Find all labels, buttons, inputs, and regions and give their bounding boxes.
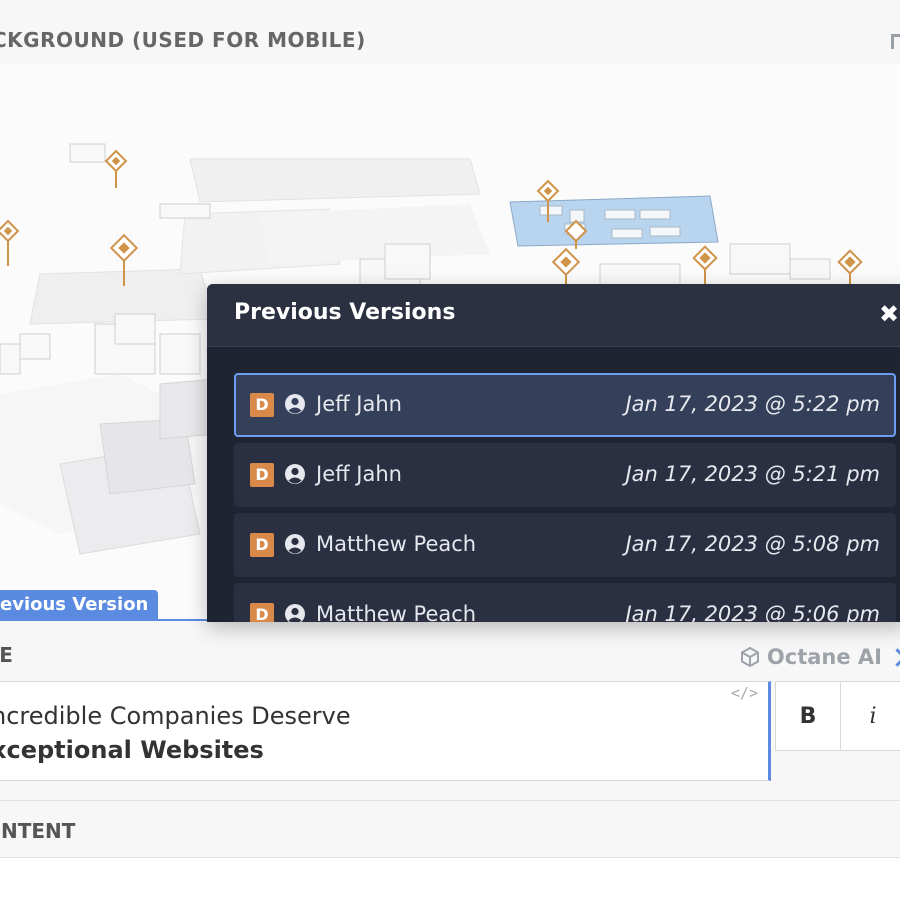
version-author: Matthew Peach — [316, 602, 477, 622]
bold-button[interactable]: B — [776, 682, 841, 750]
version-item[interactable]: D Matthew Peach Jan 17, 2023 @ 5:06 pm — [234, 583, 896, 622]
user-icon — [285, 464, 305, 484]
draft-badge: D — [250, 603, 274, 622]
user-icon — [285, 534, 305, 554]
previous-versions-modal: Previous Versions ✖ D Jeff Jahn Jan 17, … — [207, 284, 900, 622]
title-text-line1: ncredible Companies Deserve — [0, 702, 351, 730]
previous-version-tag: evious Version — [0, 590, 159, 620]
draft-badge: D — [250, 393, 274, 417]
expand-icon[interactable] — [891, 34, 900, 49]
version-item[interactable]: D Jeff Jahn Jan 17, 2023 @ 5:22 pm — [234, 373, 896, 437]
content-field-label: ONTENT — [0, 819, 76, 843]
version-timestamp: Jan 17, 2023 @ 5:21 pm — [625, 462, 880, 486]
user-icon — [285, 394, 305, 414]
modal-title: Previous Versions — [234, 300, 456, 325]
italic-button[interactable]: i — [841, 682, 900, 750]
version-timestamp: Jan 17, 2023 @ 5:06 pm — [625, 602, 880, 622]
close-icon[interactable]: ✖ — [879, 300, 899, 328]
chevron-right-icon[interactable] — [888, 648, 900, 667]
draft-badge: D — [250, 533, 274, 557]
version-timestamp: Jan 17, 2023 @ 5:08 pm — [625, 532, 880, 556]
version-item[interactable]: D Jeff Jahn Jan 17, 2023 @ 5:21 pm — [234, 443, 896, 507]
title-input[interactable]: ncredible Companies Deserve xceptional W… — [0, 681, 771, 781]
background-section-header: CKGROUND (USED FOR MOBILE) — [0, 0, 900, 64]
title-field-section: LE Octane AI ncredible Companies Deserve… — [0, 619, 900, 802]
title-text-line2: xceptional Websites — [0, 736, 264, 764]
code-view-icon[interactable]: </> — [731, 684, 758, 702]
version-author: Matthew Peach — [316, 532, 477, 556]
octane-ai-button[interactable]: Octane AI — [739, 645, 882, 669]
modal-header: Previous Versions ✖ — [207, 284, 900, 347]
content-field-section: ONTENT — [0, 800, 900, 858]
version-author: Jeff Jahn — [316, 462, 402, 486]
version-list: D Jeff Jahn Jan 17, 2023 @ 5:22 pm D Jef… — [234, 373, 896, 622]
format-toolbar: B i — [775, 681, 900, 751]
title-field-label: LE — [0, 643, 14, 667]
version-item[interactable]: D Matthew Peach Jan 17, 2023 @ 5:08 pm — [234, 513, 896, 577]
background-section-title: CKGROUND (USED FOR MOBILE) — [0, 28, 366, 52]
version-timestamp: Jan 17, 2023 @ 5:22 pm — [625, 392, 880, 416]
draft-badge: D — [250, 463, 274, 487]
cube-icon — [740, 646, 759, 668]
octane-ai-label: Octane AI — [766, 645, 882, 669]
version-author: Jeff Jahn — [316, 392, 402, 416]
user-icon — [285, 604, 305, 622]
